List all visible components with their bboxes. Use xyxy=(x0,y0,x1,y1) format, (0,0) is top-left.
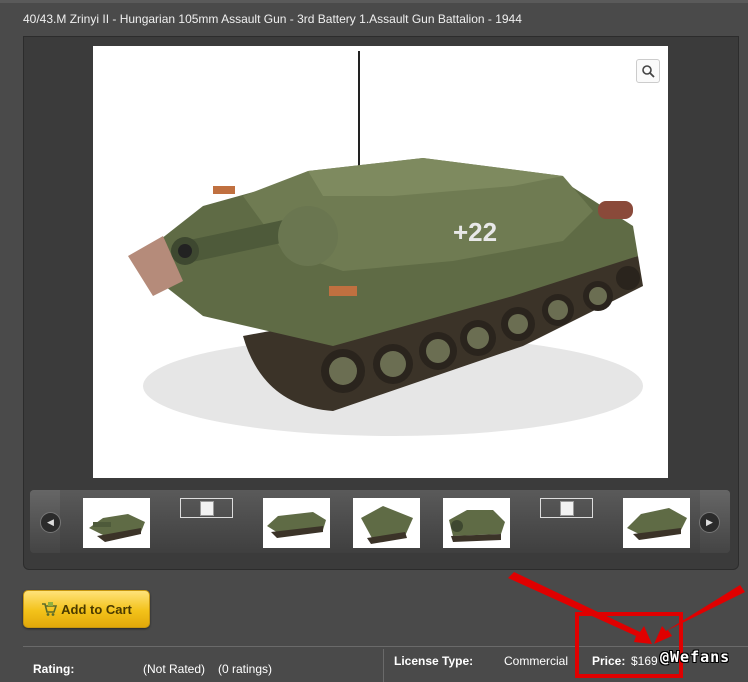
license-type-label: License Type: xyxy=(394,654,474,668)
thumbnail-4[interactable] xyxy=(353,498,420,548)
thumbnail-5[interactable] xyxy=(443,498,510,548)
thumbnail-3[interactable] xyxy=(263,498,330,548)
add-to-cart-button[interactable]: Add to Cart xyxy=(23,590,150,628)
thumbnail-2[interactable] xyxy=(180,498,233,518)
zoom-button[interactable] xyxy=(636,59,660,83)
tank-thumbnail-image xyxy=(627,508,687,540)
broken-image-icon xyxy=(560,501,574,516)
tank-thumbnail-image xyxy=(267,512,326,538)
thumbnail-6[interactable] xyxy=(540,498,593,518)
magnifier-icon xyxy=(642,65,655,78)
license-type-value: Commercial xyxy=(504,654,569,668)
prev-thumbnail-button[interactable]: ◀ xyxy=(40,512,61,533)
watermark-text: @Wefans xyxy=(660,648,731,666)
product-title: 40/43.M Zrinyi II - Hungarian 105mm Assa… xyxy=(23,12,522,26)
arrow-right-icon: ▶ xyxy=(706,517,713,527)
arrow-left-icon: ◀ xyxy=(47,517,54,527)
svg-text:+22: +22 xyxy=(453,217,497,247)
rating-count: (0 ratings) xyxy=(218,662,273,676)
cart-icon xyxy=(42,602,58,616)
price-highlight-box xyxy=(575,612,683,678)
rating-label: Rating: xyxy=(33,662,75,676)
tank-thumbnail-image xyxy=(89,514,145,542)
thumbnail-7[interactable] xyxy=(623,498,690,548)
tank-thumbnail-image xyxy=(449,510,505,542)
tank-thumbnail-image xyxy=(361,506,413,544)
thumbnail-1[interactable] xyxy=(83,498,150,548)
add-to-cart-label: Add to Cart xyxy=(61,601,132,617)
rating-value: (Not Rated) xyxy=(143,662,206,676)
next-thumbnail-button[interactable]: ▶ xyxy=(699,512,720,533)
tank-render-image: +22 xyxy=(128,51,643,436)
main-product-image[interactable]: +22 xyxy=(93,46,668,478)
details-column-divider xyxy=(383,649,384,682)
broken-image-icon xyxy=(200,501,214,516)
top-border xyxy=(0,0,748,3)
